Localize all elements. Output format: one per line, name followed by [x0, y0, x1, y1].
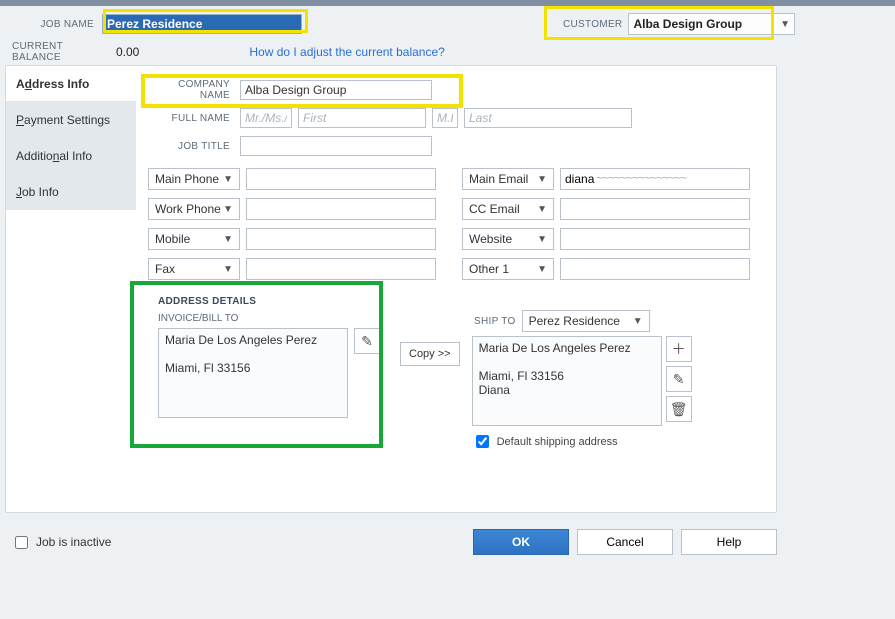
chevron-down-icon: ▼: [537, 234, 547, 245]
job-name-label: JOB NAME: [12, 19, 102, 30]
cancel-button[interactable]: Cancel: [577, 529, 673, 555]
job-title-input[interactable]: [240, 136, 432, 156]
help-button[interactable]: Help: [681, 529, 777, 555]
phone-type-fax[interactable]: Fax▼: [148, 258, 240, 280]
default-shipping-checkbox[interactable]: [476, 435, 489, 448]
tab-payment-settings[interactable]: Payment Settings: [6, 102, 136, 138]
chevron-down-icon: ▼: [633, 316, 643, 327]
main-phone-input[interactable]: [246, 168, 436, 190]
current-balance-value: 0.00: [116, 45, 139, 59]
mi-input[interactable]: [432, 108, 458, 128]
bill-to-textarea[interactable]: [158, 328, 348, 418]
chevron-down-icon: ▼: [223, 234, 233, 245]
mobile-input[interactable]: [246, 228, 436, 250]
email-type-cc[interactable]: CC Email▼: [462, 198, 554, 220]
edit-ship-address-button[interactable]: ✎: [666, 366, 692, 392]
main-panel: Address Info Payment Settings Additional…: [5, 65, 777, 513]
website-type[interactable]: Website▼: [462, 228, 554, 250]
ship-to-label: SHIP TO: [472, 316, 516, 327]
delete-ship-address-button[interactable]: 🗑: [666, 396, 692, 422]
full-name-label: FULL NAME: [148, 113, 234, 124]
chevron-down-icon: ▼: [537, 204, 547, 215]
chevron-down-icon: ▼: [223, 174, 233, 185]
phone-type-mobile[interactable]: Mobile▼: [148, 228, 240, 250]
bill-to-label: INVOICE/BILL TO: [148, 313, 388, 328]
ok-button[interactable]: OK: [473, 529, 569, 555]
chevron-down-icon: ▼: [223, 204, 233, 215]
trash-icon: 🗑: [670, 401, 688, 418]
first-name-input[interactable]: [298, 108, 426, 128]
fax-input[interactable]: [246, 258, 436, 280]
customer-label: CUSTOMER: [563, 19, 622, 30]
edit-bill-address-button[interactable]: ✎: [354, 328, 380, 354]
default-shipping-label: Default shipping address: [497, 436, 618, 448]
ship-to-textarea[interactable]: [472, 336, 662, 426]
website-input[interactable]: [560, 228, 750, 250]
company-name-label: COMPANY NAME: [148, 79, 234, 101]
pencil-icon: ✎: [361, 333, 373, 350]
customer-select[interactable]: Alba Design Group ▼: [628, 13, 795, 35]
name-prefix-input[interactable]: [240, 108, 292, 128]
tab-job-info[interactable]: Job Info: [6, 174, 136, 210]
pencil-icon: ✎: [673, 371, 685, 388]
tab-address-info[interactable]: Address Info: [6, 66, 136, 102]
copy-address-button[interactable]: Copy >>: [400, 342, 460, 366]
job-inactive-checkbox[interactable]: [15, 536, 28, 549]
phone-type-work[interactable]: Work Phone▼: [148, 198, 240, 220]
work-phone-input[interactable]: [246, 198, 436, 220]
chevron-down-icon: ▼: [537, 264, 547, 275]
job-inactive-label: Job is inactive: [36, 535, 111, 549]
plus-icon: ＋: [672, 339, 686, 359]
email-type-main[interactable]: Main Email▼: [462, 168, 554, 190]
redaction-smudge: ~~~~~~~~~~~~~~~: [596, 171, 686, 185]
current-balance-label: CURRENT BALANCE: [12, 41, 110, 63]
company-name-input[interactable]: [240, 80, 432, 100]
other1-input[interactable]: [560, 258, 750, 280]
chevron-down-icon: ▼: [223, 264, 233, 275]
job-inactive-row[interactable]: Job is inactive: [11, 533, 111, 552]
last-name-input[interactable]: [464, 108, 632, 128]
chevron-down-icon: ▼: [537, 174, 547, 185]
customer-select-value: Alba Design Group: [633, 17, 742, 31]
job-title-label: JOB TITLE: [148, 141, 234, 152]
adjust-balance-link[interactable]: How do I adjust the current balance?: [249, 45, 444, 59]
job-name-input[interactable]: [102, 14, 302, 34]
other1-type[interactable]: Other 1▼: [462, 258, 554, 280]
cc-email-input[interactable]: [560, 198, 750, 220]
chevron-down-icon: ▼: [780, 19, 790, 30]
phone-type-main[interactable]: Main Phone▼: [148, 168, 240, 190]
address-details-title: ADDRESS DETAILS: [148, 292, 388, 313]
tab-additional-info[interactable]: Additional Info: [6, 138, 136, 174]
ship-to-select[interactable]: Perez Residence ▼: [522, 310, 650, 332]
add-ship-address-button[interactable]: ＋: [666, 336, 692, 362]
ship-to-value: Perez Residence: [529, 314, 620, 328]
